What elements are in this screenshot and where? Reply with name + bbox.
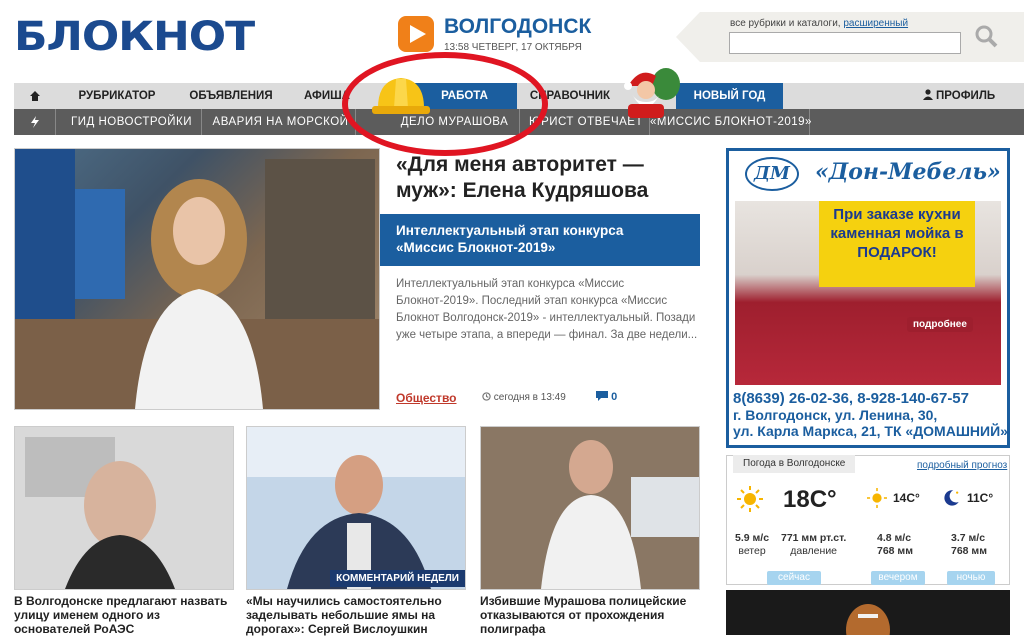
ad-contacts: 8(8639) 26-02-36, 8-928-140-67-57 г. Вол…: [733, 390, 1009, 440]
news-thumb-1[interactable]: [14, 426, 234, 590]
date-time: 13:58 ЧЕТВЕРГ, 17 ОКТЯБРЯ: [444, 42, 582, 53]
nav-profile-label: ПРОФИЛЬ: [936, 90, 996, 102]
search-label: все рубрики и каталоги, расширенный: [730, 18, 908, 29]
publish-time-text: сегодня в 13:49: [493, 392, 566, 403]
ad-address-1: г. Волгодонск, ул. Ленина, 30,: [733, 407, 938, 423]
weather-now-wind-value: 5.9 м/с: [735, 532, 770, 544]
weather-now-wind-label: ветер: [738, 545, 766, 557]
ad-banner[interactable]: ДМ «Дон-Мебель» При заказе кухни каменна…: [726, 148, 1010, 448]
weather-now-temp: 18C°: [783, 486, 837, 513]
primary-nav: РУБРИКАТОР ОБЪЯВЛЕНИЯ АФИША РАБОТА СПРАВ…: [14, 83, 1024, 109]
search-input[interactable]: [729, 32, 961, 54]
weather-now-button[interactable]: сейчас: [767, 571, 821, 585]
news-title-1[interactable]: В Волгодонске предлагают назвать улицу и…: [14, 594, 236, 636]
news-photo-3: [481, 427, 699, 589]
thumb-badge: КОММЕНТАРИЙ НЕДЕЛИ: [330, 570, 465, 587]
hard-hat-icon: [372, 78, 430, 114]
ad-more-button[interactable]: подробнее: [907, 317, 973, 332]
moon-icon: [944, 490, 959, 506]
category-link[interactable]: Общество: [396, 391, 457, 405]
nav-directory[interactable]: СПРАВОЧНИК: [517, 83, 623, 109]
weather-evening-temp: 14C°: [893, 491, 920, 505]
comment-icon: [596, 391, 608, 401]
ad-phones: 8(8639) 26-02-36, 8-928-140-67-57: [733, 390, 969, 407]
nav-ads[interactable]: ОБЪЯВЛЕНИЯ: [176, 83, 286, 109]
news-photo-2: [247, 427, 465, 589]
clock-icon: [482, 392, 491, 401]
nav-rubricator[interactable]: РУБРИКАТОР: [62, 83, 172, 109]
promo-image: [726, 590, 1010, 640]
weather-evening-pressure: 768 мм: [877, 545, 913, 557]
sun-icon: [737, 486, 763, 512]
search-label-text: все рубрики и каталоги,: [730, 18, 844, 29]
weather-night-wind: 3.7 м/с: [951, 532, 986, 544]
city-arrow-icon: [398, 16, 434, 52]
search-icon[interactable]: [974, 24, 998, 48]
news-photo-1: [15, 427, 233, 589]
comments-count-value: 0: [611, 391, 618, 403]
main-story-title[interactable]: «Для меня авторитет — муж»: Елена Кудряш…: [396, 152, 696, 204]
weather-night-temp: 11C°: [967, 491, 994, 505]
site-logo[interactable]: БЛОКНОТ: [14, 14, 255, 60]
weather-now-pressure-label: давление: [790, 545, 838, 557]
weather-label: Погода в Волгодонске: [733, 455, 856, 473]
weather-now-wind: 5.9 м/с ветер: [735, 532, 769, 558]
weather-now-pressure-value: 771 мм рт.ст.: [781, 532, 847, 544]
weather-night-pressure: 768 мм: [951, 545, 987, 557]
weather-night-details: 3.7 м/с 768 мм: [951, 532, 987, 558]
secondary-nav: ГИД НОВОСТРОЙКИ АВАРИЯ НА МОРСКОЙ ДЕЛО М…: [14, 109, 1024, 135]
main-story-excerpt: Интеллектуальный этап конкурса «Миссис Б…: [396, 278, 698, 341]
weather-evening-wind: 4.8 м/с: [877, 532, 912, 544]
weather-widget: Погода в Волгодонске подробный прогноз 1…: [726, 455, 1010, 585]
news-title-2[interactable]: «Мы научились самостоятельно заделывать …: [246, 594, 468, 636]
nav-accident[interactable]: АВАРИЯ НА МОРСКОЙ: [206, 109, 356, 135]
main-story-image[interactable]: [14, 148, 380, 410]
user-icon: [922, 89, 933, 100]
weather-now-pressure: 771 мм рт.ст. давление: [781, 532, 846, 558]
sun-small-icon: [867, 488, 887, 508]
news-title-3[interactable]: Избившие Мурашова полицейские отказывают…: [480, 594, 702, 636]
search-panel: все рубрики и каталоги, расширенный: [676, 12, 1024, 62]
advanced-search-link[interactable]: расширенный: [843, 18, 908, 29]
nav-new-buildings[interactable]: ГИД НОВОСТРОЙКИ: [62, 109, 202, 135]
ad-logo: ДМ: [745, 157, 799, 191]
lightning-icon: [14, 109, 56, 135]
comments-count[interactable]: 0: [596, 391, 617, 403]
nav-profile[interactable]: ПРОФИЛЬ: [914, 83, 1004, 109]
weather-evening-details: 4.8 м/с 768 мм: [877, 532, 913, 558]
santa-icon: [624, 68, 680, 118]
home-icon[interactable]: [14, 83, 56, 109]
ad-company-name: «Дон-Мебель»: [815, 159, 1001, 185]
main-story-banner[interactable]: Интеллектуальный этап конкурса «Миссис Б…: [380, 214, 700, 266]
weather-forecast-link[interactable]: подробный прогноз: [917, 460, 1007, 471]
nav-new-year[interactable]: НОВЫЙ ГОД: [676, 83, 783, 109]
news-thumb-3[interactable]: [480, 426, 700, 590]
city-name[interactable]: ВОЛГОДОНСК: [444, 14, 591, 40]
nav-afisha[interactable]: АФИША: [292, 83, 358, 109]
publish-time: сегодня в 13:49: [482, 392, 566, 403]
dark-promo-banner[interactable]: [726, 590, 1010, 640]
ad-address-2: ул. Карла Маркса, 21, ТК «ДОМАШНИЙ»: [733, 423, 1008, 439]
news-thumb-2[interactable]: КОММЕНТАРИЙ НЕДЕЛИ: [246, 426, 466, 590]
main-story-photo: [15, 149, 379, 409]
weather-night-button[interactable]: ночью: [947, 571, 995, 585]
ad-promo-text: При заказе кухни каменная мойка в ПОДАРО…: [819, 201, 975, 287]
weather-evening-button[interactable]: вечером: [871, 571, 925, 585]
